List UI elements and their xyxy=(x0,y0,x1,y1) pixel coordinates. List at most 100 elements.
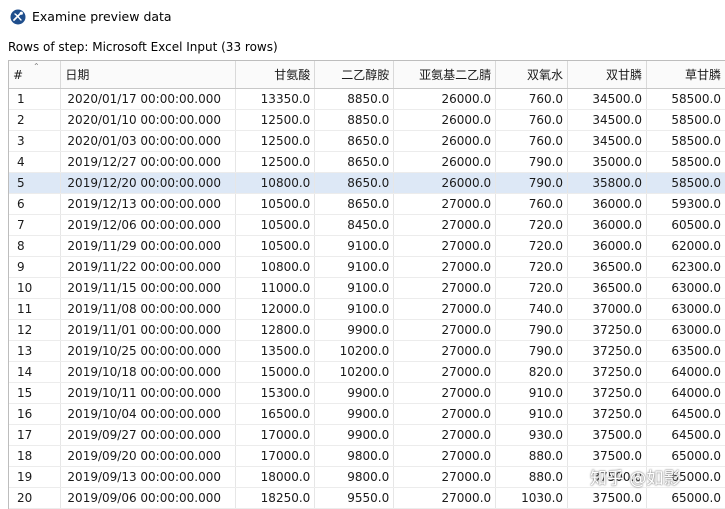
cell-date[interactable]: 2019/10/04 00:00:00.000 xyxy=(60,403,237,425)
cell-glyphosate[interactable]: 63000.0 xyxy=(646,277,725,299)
cell-date[interactable]: 2019/10/25 00:00:00.000 xyxy=(60,340,237,362)
cell-hydrogen-peroxide[interactable]: 760.0 xyxy=(495,130,569,152)
cell-hydrogen-peroxide[interactable]: 760.0 xyxy=(495,109,569,131)
cell-glycine[interactable]: 12500.0 xyxy=(235,130,316,152)
cell-glyphosate[interactable]: 63000.0 xyxy=(646,298,725,320)
cell-date[interactable]: 2020/01/10 00:00:00.000 xyxy=(60,109,237,131)
cell-hydrogen-peroxide[interactable]: 790.0 xyxy=(495,151,569,173)
cell-glycine[interactable]: 17000.0 xyxy=(235,445,316,467)
cell-glyphosate[interactable]: 64000.0 xyxy=(646,382,725,404)
cell-diethanolamine[interactable]: 9900.0 xyxy=(314,424,395,446)
column-header-glyphosate[interactable]: 草甘膦 xyxy=(646,61,725,89)
table-row[interactable]: 7 2019/12/06 00:00:00.000 10500.0 8450.0 270… xyxy=(9,214,725,236)
cell-pmida[interactable]: 37250.0 xyxy=(567,319,647,341)
cell-glycine[interactable]: 18000.0 xyxy=(235,466,316,488)
cell-pmida[interactable]: 37250.0 xyxy=(567,382,647,404)
cell-iminodiacetonitrile[interactable]: 26000.0 xyxy=(393,151,497,173)
cell-row-number[interactable]: 7 xyxy=(9,214,62,236)
cell-row-number[interactable]: 10 xyxy=(9,277,62,299)
cell-hydrogen-peroxide[interactable]: 930.0 xyxy=(495,424,569,446)
cell-diethanolamine[interactable]: 8650.0 xyxy=(314,193,395,215)
cell-pmida[interactable]: 34500.0 xyxy=(567,109,647,131)
table-row[interactable]: 4 2019/12/27 00:00:00.000 12500.0 8650.0 260… xyxy=(9,151,725,173)
cell-iminodiacetonitrile[interactable]: 26000.0 xyxy=(393,88,497,110)
cell-iminodiacetonitrile[interactable]: 27000.0 xyxy=(393,361,497,383)
table-row[interactable]: 10 2019/11/15 00:00:00.000 11000.0 9100.0 27… xyxy=(9,277,725,299)
cell-iminodiacetonitrile[interactable]: 27000.0 xyxy=(393,319,497,341)
cell-iminodiacetonitrile[interactable]: 27000.0 xyxy=(393,466,497,488)
cell-iminodiacetonitrile[interactable]: 27000.0 xyxy=(393,298,497,320)
cell-row-number[interactable]: 15 xyxy=(9,382,62,404)
cell-diethanolamine[interactable]: 9800.0 xyxy=(314,466,395,488)
cell-diethanolamine[interactable]: 9900.0 xyxy=(314,403,395,425)
cell-diethanolamine[interactable]: 9100.0 xyxy=(314,277,395,299)
cell-glycine[interactable]: 15300.0 xyxy=(235,382,316,404)
cell-glyphosate[interactable]: 63500.0 xyxy=(646,340,725,362)
cell-hydrogen-peroxide[interactable]: 720.0 xyxy=(495,256,569,278)
column-header-glycine[interactable]: 甘氨酸 xyxy=(235,61,316,89)
table-row[interactable]: 13 2019/10/25 00:00:00.000 13500.0 10200.0 2… xyxy=(9,340,725,362)
cell-pmida[interactable]: 34500.0 xyxy=(567,130,647,152)
cell-date[interactable]: 2019/10/11 00:00:00.000 xyxy=(60,382,237,404)
cell-hydrogen-peroxide[interactable]: 720.0 xyxy=(495,214,569,236)
cell-row-number[interactable]: 8 xyxy=(9,235,62,257)
cell-row-number[interactable]: 4 xyxy=(9,151,62,173)
cell-iminodiacetonitrile[interactable]: 27000.0 xyxy=(393,445,497,467)
column-header-row-number[interactable]: # ⌃ xyxy=(9,61,62,89)
cell-iminodiacetonitrile[interactable]: 27000.0 xyxy=(393,424,497,446)
cell-hydrogen-peroxide[interactable]: 720.0 xyxy=(495,235,569,257)
column-header-iminodiacetonitrile[interactable]: 亚氨基二乙腈 xyxy=(393,61,497,89)
column-header-pmida[interactable]: 双甘膦 xyxy=(567,61,647,89)
cell-iminodiacetonitrile[interactable]: 27000.0 xyxy=(393,193,497,215)
cell-pmida[interactable]: 35800.0 xyxy=(567,172,647,194)
cell-glycine[interactable]: 13500.0 xyxy=(235,340,316,362)
cell-row-number[interactable]: 14 xyxy=(9,361,62,383)
cell-diethanolamine[interactable]: 9550.0 xyxy=(314,487,395,509)
cell-row-number[interactable]: 1 xyxy=(9,88,62,110)
cell-glyphosate[interactable]: 60500.0 xyxy=(646,214,725,236)
column-header-date[interactable]: 日期 xyxy=(60,61,237,89)
cell-glycine[interactable]: 15000.0 xyxy=(235,361,316,383)
cell-date[interactable]: 2019/11/08 00:00:00.000 xyxy=(60,298,237,320)
table-row[interactable]: 11 2019/11/08 00:00:00.000 12000.0 9100.0 27… xyxy=(9,298,725,320)
cell-glycine[interactable]: 16500.0 xyxy=(235,403,316,425)
cell-date[interactable]: 2020/01/17 00:00:00.000 xyxy=(60,88,237,110)
cell-pmida[interactable]: 37250.0 xyxy=(567,361,647,383)
table-row[interactable]: 16 2019/10/04 00:00:00.000 16500.0 9900.0 27… xyxy=(9,403,725,425)
cell-iminodiacetonitrile[interactable]: 27000.0 xyxy=(393,214,497,236)
cell-date[interactable]: 2019/11/22 00:00:00.000 xyxy=(60,256,237,278)
cell-glycine[interactable]: 10500.0 xyxy=(235,235,316,257)
cell-row-number[interactable]: 20 xyxy=(9,487,62,509)
table-row[interactable]: 14 2019/10/18 00:00:00.000 15000.0 10200.0 2… xyxy=(9,361,725,383)
cell-row-number[interactable]: 16 xyxy=(9,403,62,425)
cell-date[interactable]: 2019/12/06 00:00:00.000 xyxy=(60,214,237,236)
cell-diethanolamine[interactable]: 9900.0 xyxy=(314,319,395,341)
table-row[interactable]: 15 2019/10/11 00:00:00.000 15300.0 9900.0 27… xyxy=(9,382,725,404)
cell-glycine[interactable]: 13350.0 xyxy=(235,88,316,110)
cell-glycine[interactable]: 11000.0 xyxy=(235,277,316,299)
cell-hydrogen-peroxide[interactable]: 880.0 xyxy=(495,445,569,467)
cell-iminodiacetonitrile[interactable]: 27000.0 xyxy=(393,235,497,257)
table-row[interactable]: 2 2020/01/10 00:00:00.000 12500.0 8850.0 260… xyxy=(9,109,725,131)
cell-glyphosate[interactable]: 64500.0 xyxy=(646,403,725,425)
cell-glyphosate[interactable]: 62000.0 xyxy=(646,235,725,257)
cell-glyphosate[interactable]: 62300.0 xyxy=(646,256,725,278)
cell-hydrogen-peroxide[interactable]: 910.0 xyxy=(495,403,569,425)
table-row[interactable]: 5 2019/12/20 00:00:00.000 10800.0 8650.0 260… xyxy=(9,172,725,194)
cell-row-number[interactable]: 6 xyxy=(9,193,62,215)
cell-hydrogen-peroxide[interactable]: 820.0 xyxy=(495,361,569,383)
cell-diethanolamine[interactable]: 8650.0 xyxy=(314,172,395,194)
cell-hydrogen-peroxide[interactable]: 790.0 xyxy=(495,319,569,341)
table-row[interactable]: 6 2019/12/13 00:00:00.000 10500.0 8650.0 270… xyxy=(9,193,725,215)
cell-pmida[interactable]: 36000.0 xyxy=(567,193,647,215)
cell-row-number[interactable]: 2 xyxy=(9,109,62,131)
cell-diethanolamine[interactable]: 8850.0 xyxy=(314,88,395,110)
cell-diethanolamine[interactable]: 8650.0 xyxy=(314,151,395,173)
cell-date[interactable]: 2019/11/01 00:00:00.000 xyxy=(60,319,237,341)
cell-row-number[interactable]: 18 xyxy=(9,445,62,467)
preview-data-grid[interactable]: # ⌃ 日期 甘氨酸 二乙醇胺 亚氨基二乙腈 双氧水 双甘膦 草甘膦 1 2020… xyxy=(8,60,725,509)
table-row[interactable]: 20 2019/09/06 00:00:00.000 18250.0 9550.0 27… xyxy=(9,487,725,509)
cell-glycine[interactable]: 10500.0 xyxy=(235,214,316,236)
table-row[interactable]: 8 2019/11/29 00:00:00.000 10500.0 9100.0 270… xyxy=(9,235,725,257)
cell-date[interactable]: 2019/11/29 00:00:00.000 xyxy=(60,235,237,257)
